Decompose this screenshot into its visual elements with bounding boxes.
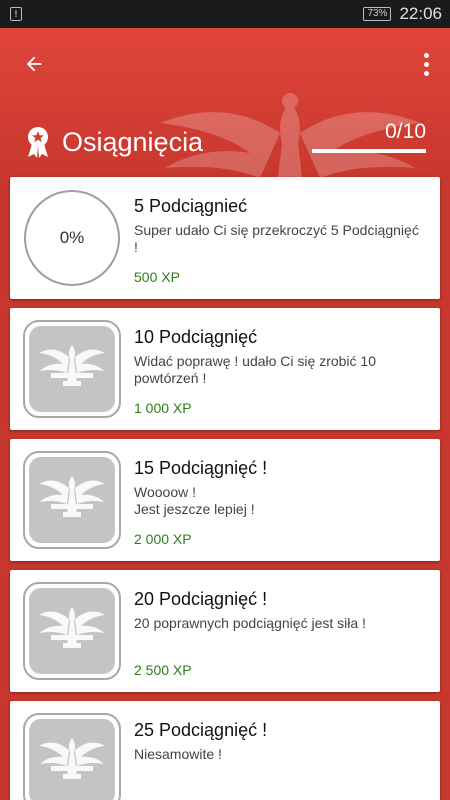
page-title: Osiągnięcia — [62, 126, 204, 157]
more-vert-icon — [423, 52, 429, 58]
arrow-back-icon — [26, 56, 42, 72]
locked-eagle-icon — [39, 738, 105, 779]
progress-circle: 0% — [24, 190, 120, 286]
locked-badge — [23, 713, 121, 800]
achievement-title: 15 Podciągnięć ! — [134, 458, 268, 478]
notification-icon: ! — [10, 7, 22, 21]
achievement-card[interactable]: 15 Podciągnięć ! Woooow ! Jest jeszcze l… — [10, 439, 440, 561]
achievement-description: Niesamowite ! — [134, 746, 222, 762]
achievement-description: Super udało Ci się przekroczyć 5 Podciąg… — [134, 222, 419, 255]
achievement-description: Widać poprawę ! udało Ci się zrobić 10 p… — [134, 353, 377, 386]
locked-badge — [23, 451, 121, 549]
achievement-card[interactable]: 10 Podciągnięć Widać poprawę ! udało Ci … — [10, 308, 440, 430]
locked-badge — [23, 320, 121, 418]
achievement-xp: 500 XP — [134, 269, 180, 285]
achievement-badge — [10, 439, 134, 561]
achievement-title: 25 Podciągnięć ! — [134, 720, 268, 740]
locked-eagle-icon — [39, 476, 105, 517]
achievement-title: 5 Podciągnieć — [134, 196, 248, 216]
achievement-xp: 2 000 XP — [134, 531, 192, 547]
achievement-xp: 1 000 XP — [134, 400, 192, 416]
achievement-badge — [10, 308, 134, 430]
achievement-badge: 0% — [10, 177, 134, 299]
achievements-list[interactable]: 0% 5 Podciągnieć Super udało Ci się prze… — [10, 177, 440, 800]
achievement-description: 20 poprawnych podciągnięć jest siła ! — [134, 615, 366, 631]
achievement-card[interactable]: 0% 5 Podciągnieć Super udało Ci się prze… — [10, 177, 440, 299]
more-vert-dot — [423, 70, 429, 76]
battery-indicator: 73% — [363, 7, 392, 21]
achievement-badge — [10, 701, 134, 800]
award-icon — [28, 127, 48, 158]
achievement-card[interactable]: 25 Podciągnięć ! Niesamowite ! — [10, 701, 440, 800]
achievement-description: Woooow ! Jest jeszcze lepiej ! — [134, 484, 255, 517]
achievements-progress: 0/10 — [312, 120, 426, 153]
achievement-badge — [10, 570, 134, 692]
locked-eagle-icon — [39, 345, 105, 386]
status-bar: ! 73% 22:06 — [0, 0, 450, 28]
achievement-xp: 2 500 XP — [134, 662, 192, 678]
app-header: Osiągnięcia 0/10 — [0, 28, 450, 178]
achievement-title: 20 Podciągnięć ! — [134, 589, 268, 609]
progress-bar — [312, 149, 426, 153]
achievement-title: 10 Podciągnięć — [134, 327, 258, 347]
locked-badge — [23, 582, 121, 680]
clock: 22:06 — [399, 4, 442, 23]
locked-eagle-icon — [39, 607, 105, 648]
achievement-card[interactable]: 20 Podciągnięć ! 20 poprawnych podciągni… — [10, 570, 440, 692]
title-row: Osiągnięcia — [24, 125, 203, 159]
more-vert-dot — [423, 61, 429, 67]
progress-count: 0/10 — [385, 120, 426, 143]
overflow-menu-button[interactable] — [416, 48, 436, 80]
back-button[interactable] — [18, 48, 50, 80]
